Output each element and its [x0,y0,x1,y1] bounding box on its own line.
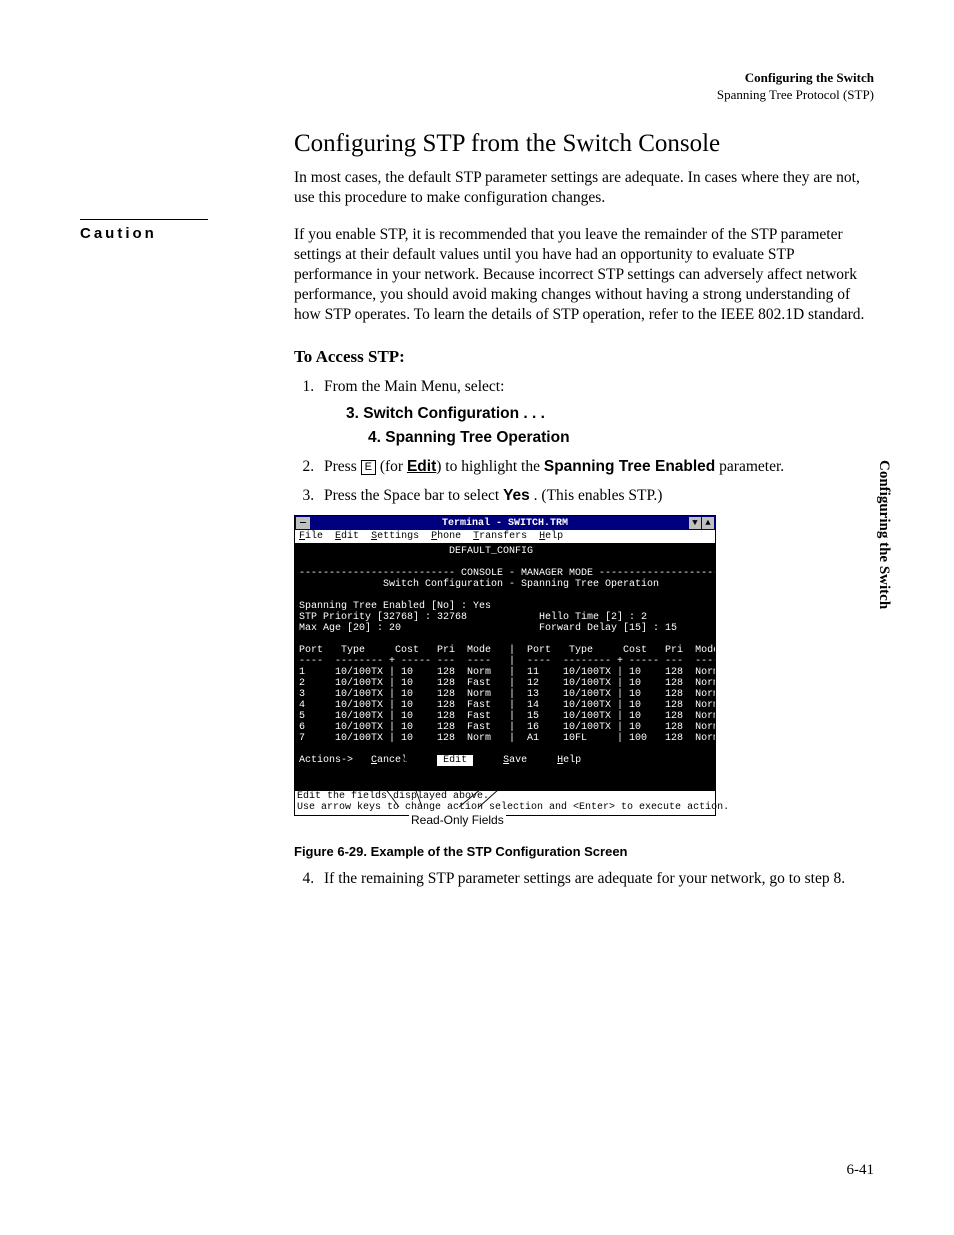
page-number: 6-41 [847,1162,875,1179]
caution-text: If you enable STP, it is recommended tha… [294,225,874,324]
terminal-titlebar: — Terminal - SWITCH.TRM ▼ ▲ [295,516,715,530]
subhead-access-stp: To Access STP: [294,347,874,367]
titlebar-buttons: ▼ ▲ [689,517,714,529]
step-3-post: . (This enables STP.) [530,487,663,504]
section-title: Configuring STP from the Switch Console [294,130,874,158]
keycap-e: E [361,460,376,475]
term-hr: -------------------------- CONSOLE - MAN… [299,568,715,579]
term-cfg3: Max Age [20] : 20 Forward Delay [15] : 1… [299,623,677,634]
step-3: Press the Space bar to select Yes . (Thi… [318,486,874,507]
actions-gap1 [407,755,437,766]
status-line-2: Use arrow keys to change action selectio… [297,802,729,813]
page: Configuring the Switch Spanning Tree Pro… [0,0,954,1235]
steps-list: From the Main Menu, select: 3. Switch Co… [294,377,874,508]
step-2-pre: Press [324,458,361,475]
terminal-body: DEFAULT_CONFIG -------------------------… [295,544,715,791]
step-2-post1: ) to highlight the [436,458,544,475]
running-head-title: Configuring the Switch [745,70,874,85]
term-tdiv: ---- -------- + ----- --- ---- | ---- --… [299,656,715,667]
step-2: Press E (for Edit) to highlight the Span… [318,457,874,478]
action-edit[interactable]: Edit [437,755,473,766]
term-row-3: 4 10/100TX | 10 128 Fast | 14 10/100TX |… [299,700,715,711]
running-head: Configuring the Switch Spanning Tree Pro… [80,70,874,104]
step-1: From the Main Menu, select: 3. Switch Co… [318,377,874,450]
term-cfg2: STP Priority [32768] : 32768 Hello Time … [299,612,647,623]
actions-gap3 [527,755,557,766]
action-help[interactable]: Help [557,755,581,766]
step-3-yes: Yes [503,487,530,504]
figure-caption: Figure 6-29. Example of the STP Configur… [294,844,874,859]
intro-paragraph: In most cases, the default STP parameter… [294,168,874,208]
term-row-0: 1 10/100TX | 10 128 Norm | 11 10/100TX |… [299,667,715,678]
term-row-1: 2 10/100TX | 10 128 Fast | 12 10/100TX |… [299,678,715,689]
step-4: If the remaining STP parameter settings … [318,869,874,890]
step-2-mid: (for [376,458,407,475]
terminal-menubar[interactable]: File Edit Settings Phone Transfers Help [295,530,715,544]
step-1-text: From the Main Menu, select: [324,378,504,395]
terminal-figure: — Terminal - SWITCH.TRM ▼ ▲ File Edit Se… [294,515,714,828]
step-2-edit: Edit [407,458,436,475]
terminal-window: — Terminal - SWITCH.TRM ▼ ▲ File Edit Se… [294,515,716,816]
step-2-param: Spanning Tree Enabled [544,458,715,475]
term-header2: Switch Configuration - Spanning Tree Ope… [299,579,659,590]
term-row-2: 3 10/100TX | 10 128 Norm | 13 10/100TX |… [299,689,715,700]
caution-label: Caution [80,225,157,242]
action-cancel[interactable]: Cancel [371,755,407,766]
maximize-icon[interactable]: ▲ [702,517,714,529]
term-actions-pre: Actions-> [299,755,371,766]
side-tab: Configuring the Switch [875,460,892,609]
step-1-sub-b: 4. Spanning Tree Operation [368,428,874,449]
readonly-fields-label: Read-Only Fields [409,813,506,827]
term-row-6: 7 10/100TX | 10 128 Norm | A1 10FL | 100… [299,733,715,744]
step-3-pre: Press the Space bar to select [324,487,503,504]
minimize-icon[interactable]: ▼ [689,517,701,529]
caution-block: Caution If you enable STP, it is recomme… [294,225,874,324]
terminal-title: Terminal - SWITCH.TRM [295,518,715,529]
term-row-5: 6 10/100TX | 10 128 Fast | 16 10/100TX |… [299,722,715,733]
steps-list-cont: If the remaining STP parameter settings … [294,869,874,890]
running-head-sub: Spanning Tree Protocol (STP) [717,87,874,102]
caution-rule [80,219,208,220]
content-column: Configuring STP from the Switch Console … [294,130,874,890]
status-line-1: Edit the fields displayed above. [297,791,489,802]
term-row-4: 5 10/100TX | 10 128 Fast | 15 10/100TX |… [299,711,715,722]
terminal-statusbar: Edit the fields displayed above. Use arr… [295,791,715,815]
step-2-post2: parameter. [715,458,784,475]
term-cfg1: Spanning Tree Enabled [No] : Yes [299,601,491,612]
action-save[interactable]: Save [503,755,527,766]
term-thead: Port Type Cost Pri Mode | Port Type Cost… [299,645,715,656]
actions-gap2 [473,755,503,766]
step-1-sub-a: 3. Switch Configuration . . . [346,404,874,425]
term-header1: DEFAULT_CONFIG [299,546,533,557]
